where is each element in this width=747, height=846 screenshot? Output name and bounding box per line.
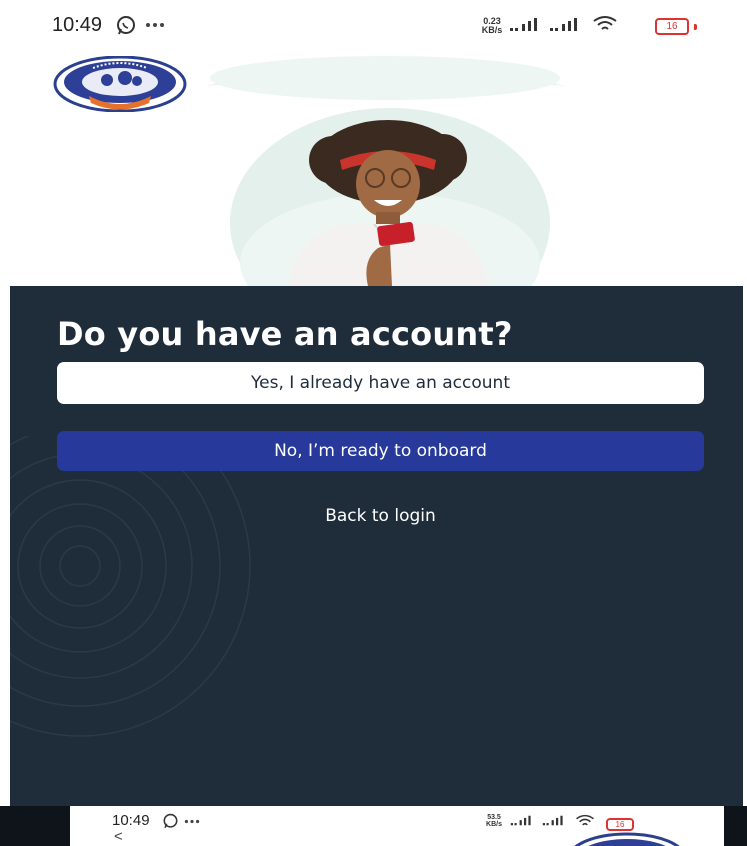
- signal-icon: [510, 18, 537, 31]
- back-arrow-icon[interactable]: <: [114, 828, 123, 845]
- hero-banner: [10, 48, 743, 286]
- data-speed: 0.23 KB/s: [481, 16, 503, 35]
- battery-icon: 16: [655, 16, 698, 35]
- data-speed: 53.5 KB/s: [486, 814, 502, 828]
- bank-logo: [53, 56, 187, 112]
- status-time: 10:49: [112, 812, 150, 829]
- overlapping-screenshot: 10:49 < 53.5 KB/s 16: [70, 806, 724, 846]
- account-choice-panel: Do you have an account? Yes, I already h…: [10, 286, 743, 806]
- onboard-button[interactable]: No, I’m ready to onboard: [57, 431, 704, 471]
- page-title: Do you have an account?: [57, 315, 513, 353]
- woman-with-phone-illustration: [288, 120, 488, 286]
- status-bar: 10:49 0.23 KB/s 16: [0, 0, 747, 48]
- whatsapp-icon: [117, 16, 135, 35]
- signal-icon: [542, 815, 563, 826]
- bank-logo: [574, 832, 680, 846]
- battery-level: 16: [606, 818, 634, 831]
- more-dots-icon: [184, 819, 200, 824]
- status-time: 10:49: [52, 14, 103, 36]
- whatsapp-icon: [163, 813, 178, 828]
- signal-icon: [510, 815, 531, 826]
- wifi-icon: [593, 16, 617, 30]
- wifi-icon: [576, 814, 594, 826]
- back-to-login-link[interactable]: Back to login: [57, 506, 704, 526]
- more-dots-icon: [146, 23, 164, 27]
- battery-icon: 16: [606, 814, 634, 833]
- decorative-ripples: [10, 436, 251, 737]
- battery-level: 16: [655, 18, 689, 35]
- existing-account-button[interactable]: Yes, I already have an account: [57, 362, 704, 404]
- signal-icon: [550, 18, 577, 31]
